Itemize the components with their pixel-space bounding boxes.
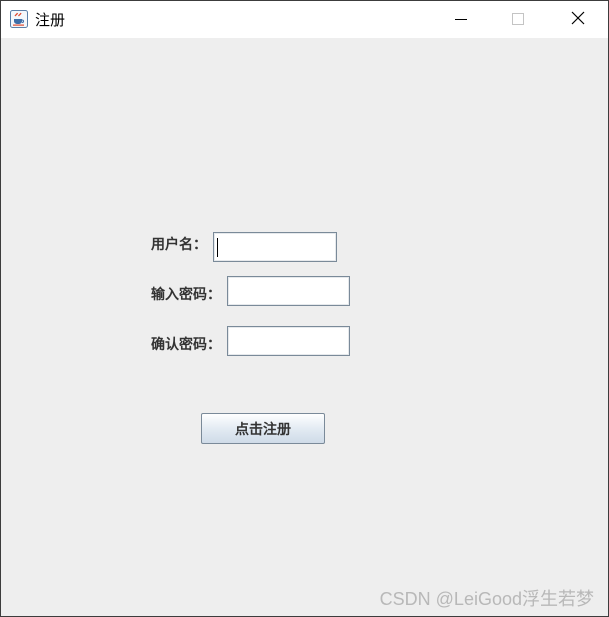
window-title: 注册 — [35, 11, 66, 29]
confirm-password-input[interactable] — [227, 326, 350, 356]
maximize-button[interactable] — [495, 1, 541, 38]
java-coffee-cup-icon — [10, 10, 28, 28]
confirm-password-label: 确认密码： — [151, 337, 221, 353]
password-label: 输入密码： — [151, 287, 221, 303]
maximize-icon — [512, 10, 524, 29]
text-caret — [217, 238, 218, 257]
minimize-icon — [455, 10, 467, 29]
title-bar[interactable]: 注册 — [1, 1, 608, 38]
username-label: 用户名： — [151, 237, 207, 253]
minimize-button[interactable] — [438, 1, 484, 38]
register-button[interactable]: 点击注册 — [201, 413, 325, 444]
form-panel: 用户名： 输入密码： 确认密码： 点击注册 CSDN @LeiGood浮生若梦 — [1, 38, 608, 616]
register-window: 注册 用户名： 输入密码： 确认密码： 点击注册 CSDN @LeiGood浮生… — [0, 0, 609, 617]
close-button[interactable] — [555, 1, 601, 38]
username-input[interactable] — [213, 232, 337, 262]
close-icon — [571, 10, 585, 29]
password-input[interactable] — [227, 276, 350, 306]
watermark-text: CSDN @LeiGood浮生若梦 — [379, 589, 594, 609]
